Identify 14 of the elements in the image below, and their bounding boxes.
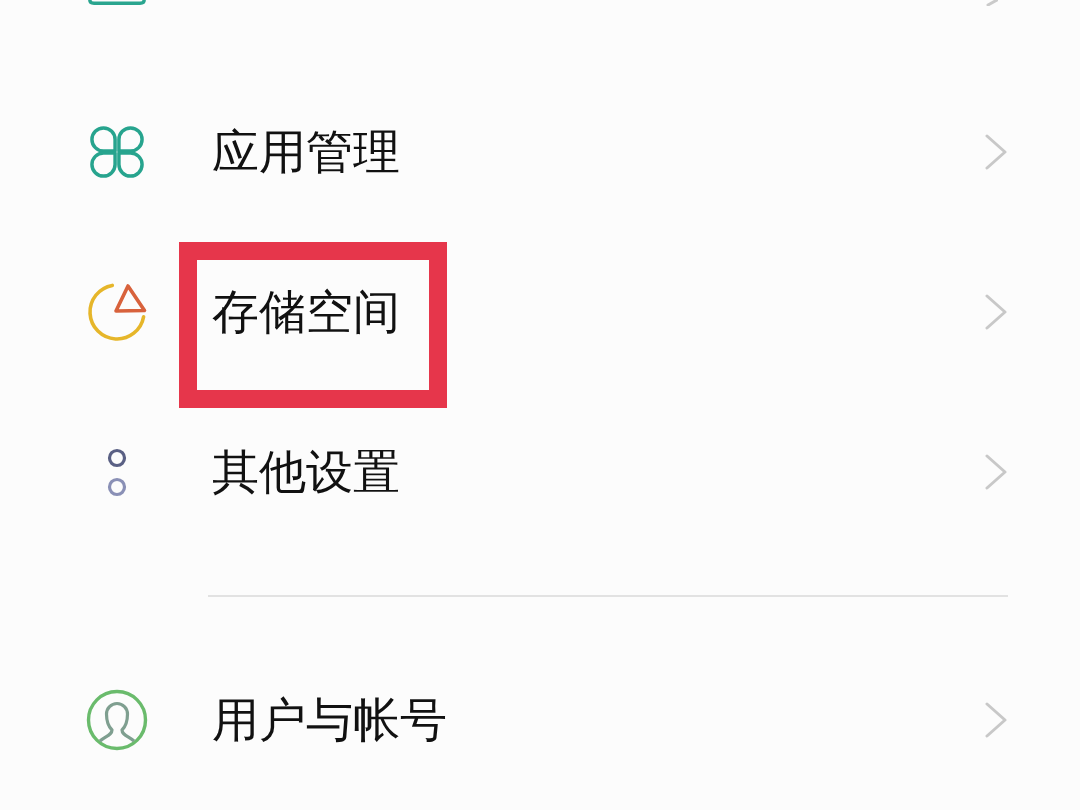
two-circles-icon [107,447,127,497]
user-icon [86,689,148,751]
settings-item[interactable]: 用户与帐号 [0,640,1080,800]
four-petal-icon [88,125,146,179]
settings-item[interactable]: 应用管理 [0,72,1080,232]
chevron-icon [984,134,1008,170]
chevron-icon [986,0,998,6]
chevron-icon [984,454,1008,490]
settings-item[interactable]: 存储空间 [0,232,1080,392]
settings-item[interactable]: 其他设置 [0,392,1080,552]
pie-chart-icon [86,282,148,342]
rounded-shape-icon [88,0,146,5]
chevron-icon [984,294,1008,330]
chevron-icon [984,702,1008,738]
